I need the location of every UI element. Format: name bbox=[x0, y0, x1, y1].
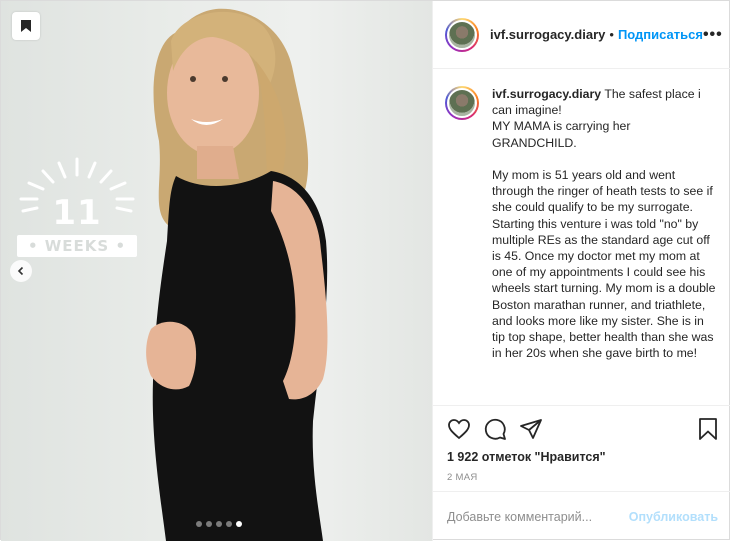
woman-photo bbox=[146, 8, 328, 541]
save-chip[interactable] bbox=[12, 12, 40, 40]
post-date[interactable]: 2 МАЯ bbox=[447, 472, 720, 483]
caption-username[interactable]: ivf.surrogacy.diary bbox=[492, 87, 601, 101]
avatar[interactable] bbox=[445, 17, 479, 52]
post-image[interactable]: 11 • WEEKS • bbox=[1, 1, 432, 541]
separator-dot: • bbox=[609, 27, 614, 42]
weeks-label: • WEEKS • bbox=[17, 235, 137, 257]
carousel-dot-active bbox=[236, 521, 242, 527]
post-header: ivf.surrogacy.diary • Подписаться ••• bbox=[433, 1, 730, 69]
carousel-dot bbox=[216, 521, 222, 527]
carousel-dot bbox=[206, 521, 212, 527]
follow-button[interactable]: Подписаться bbox=[618, 27, 703, 42]
bookmark-icon[interactable] bbox=[696, 417, 720, 441]
caption-avatar[interactable] bbox=[445, 86, 479, 120]
more-options-icon[interactable]: ••• bbox=[703, 26, 723, 44]
bookmark-icon bbox=[21, 20, 31, 32]
previous-image-button[interactable] bbox=[10, 260, 32, 282]
share-icon[interactable] bbox=[519, 417, 543, 441]
weeks-number: 11 bbox=[52, 193, 102, 233]
likes-count[interactable]: 1 922 отметок "Нравится" bbox=[447, 450, 720, 464]
add-comment-bar: Добавьте комментарий... Опубликовать bbox=[433, 491, 730, 541]
post-dialog: 11 • WEEKS • ivf.surrogacy.diary • Подпи… bbox=[0, 0, 730, 541]
carousel-dot bbox=[226, 521, 232, 527]
action-icons bbox=[447, 416, 720, 442]
avatar-image bbox=[447, 88, 477, 118]
carousel-dot bbox=[196, 521, 202, 527]
caption-text: The safest place i can imagine! MY MAMA … bbox=[492, 87, 716, 361]
header-username[interactable]: ivf.surrogacy.diary bbox=[490, 27, 605, 42]
heart-icon[interactable] bbox=[447, 417, 471, 441]
avatar-image bbox=[447, 19, 477, 50]
comment-icon[interactable] bbox=[483, 417, 507, 441]
caption-area: ivf.surrogacy.diary The safest place i c… bbox=[433, 70, 730, 405]
weeks-badge: 11 • WEEKS • bbox=[13, 153, 141, 263]
publish-button[interactable]: Опубликовать bbox=[629, 510, 718, 524]
comment-input[interactable]: Добавьте комментарий... bbox=[447, 510, 629, 524]
post-side-panel: ivf.surrogacy.diary • Подписаться ••• iv… bbox=[432, 1, 730, 541]
post-actions: 1 922 отметок "Нравится" 2 МАЯ bbox=[433, 405, 730, 491]
carousel-dots bbox=[196, 521, 242, 527]
caption: ivf.surrogacy.diary The safest place i c… bbox=[492, 86, 718, 405]
chevron-left-icon bbox=[17, 266, 24, 276]
